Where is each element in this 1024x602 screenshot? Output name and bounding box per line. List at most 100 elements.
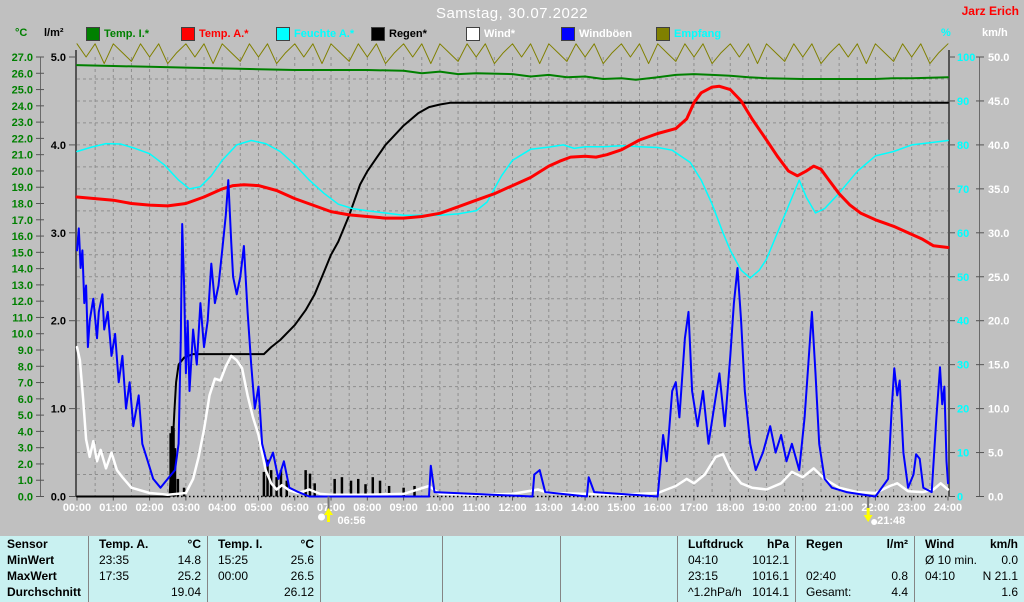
- legend-item-3: Regen*: [371, 27, 466, 41]
- sun-marker-time: 06:56: [338, 515, 366, 527]
- temp-tick-label: 14.0: [12, 264, 33, 276]
- table-row: [443, 584, 560, 600]
- table-cell-time: [321, 568, 386, 584]
- wind-tick-label: 0.0: [988, 492, 1003, 504]
- humidity-tick-label: 100: [957, 52, 975, 64]
- x-tick-label: 12:00: [498, 502, 526, 514]
- humidity-tick-label: 10: [957, 448, 969, 460]
- humidity-tick-label: 40: [957, 316, 969, 328]
- rain-bars: [169, 426, 416, 497]
- table-cell-time: 00:00: [218, 569, 249, 583]
- table-row: 15:25 25.6: [208, 552, 320, 568]
- wind-tick-label: 40.0: [988, 140, 1009, 152]
- table-cell-value: 1014.1: [752, 585, 789, 599]
- table-cell-time: [208, 584, 268, 600]
- table-row: 23:35 14.8: [89, 552, 207, 568]
- table-cell-time: Gesamt:: [806, 585, 852, 599]
- table-section-temp-i-: Temp. I. °C 15:25 25.6 00:00 26.5 26.12: [207, 536, 320, 602]
- table-cell-time: 15:25: [218, 553, 249, 567]
- legend-swatch: [466, 27, 480, 41]
- table-cell-value: 1012.1: [752, 553, 789, 567]
- legend-swatch: [276, 27, 290, 41]
- temp-tick-label: 25.0: [12, 85, 33, 97]
- table-cell-time: 02:40: [806, 569, 837, 583]
- table-row: 26.12: [208, 584, 320, 600]
- table-cell-value: [386, 568, 442, 584]
- legend-swatch: [561, 27, 575, 41]
- table-section-name: Temp. A.: [99, 537, 149, 551]
- table-cell-time: [321, 584, 386, 600]
- table-cell-time: [915, 584, 973, 600]
- rain-tick-label: 4.0: [51, 140, 66, 152]
- table-cell-time: Ø 10 min.: [925, 553, 978, 567]
- table-section-header: [561, 536, 677, 552]
- table-cell-value: 14.8: [177, 553, 201, 567]
- legend-label: Wind*: [484, 28, 516, 40]
- temp-tick-label: 1.0: [18, 475, 33, 487]
- table-section-empty-3: [442, 536, 560, 602]
- humidity-tick-label: 80: [957, 140, 969, 152]
- x-tick-label: 19:00: [752, 502, 780, 514]
- axis-unit-wind: km/h: [982, 27, 1008, 39]
- table-cell-time: [89, 584, 152, 600]
- table-section-luftdruck: Luftdruck hPa 04:10 1012.1 23:15 1016.1 ^1.2hP…: [677, 536, 795, 602]
- table-row-label: MinWert: [7, 553, 55, 567]
- legend-swatch: [181, 27, 195, 41]
- table-cell-value: [859, 552, 914, 568]
- table-section-header: Regen l/m²: [796, 536, 914, 552]
- table-cell-value: 26.5: [290, 569, 314, 583]
- table-cell-value: [623, 584, 677, 600]
- table-cell-time: [443, 584, 506, 600]
- table-row-label: Durchschnitt: [7, 585, 82, 599]
- table-row: [561, 568, 677, 584]
- table-section-unit: [623, 536, 677, 552]
- table-section-unit: [506, 536, 560, 552]
- sunrise-icon: [318, 513, 326, 521]
- humidity-tick-label: 20: [957, 404, 969, 416]
- table-cell-time: 17:35: [99, 569, 130, 583]
- temp-tick-label: 2.0: [18, 459, 33, 471]
- legend-swatch: [371, 27, 385, 41]
- x-tick-label: 13:00: [535, 502, 563, 514]
- table-cell-time: [561, 568, 623, 584]
- table-section-unit: l/m²: [886, 537, 908, 551]
- table-cell-time: 23:15: [688, 569, 719, 583]
- temp-tick-label: 13.0: [12, 280, 33, 292]
- temp-tick-label: 3.0: [18, 443, 33, 455]
- temp-tick-label: 21.0: [12, 150, 33, 162]
- table-row: [321, 568, 442, 584]
- table-cell-value: [386, 552, 442, 568]
- table-cell-value: N 21.1: [982, 569, 1018, 583]
- table-section-empty-2: [320, 536, 442, 602]
- table-cell-value: 1016.1: [752, 569, 789, 583]
- table-row: [321, 552, 442, 568]
- x-tick-label: 08:00: [353, 502, 381, 514]
- legend-swatch: [656, 27, 670, 41]
- table-section-name: Luftdruck: [688, 537, 744, 551]
- temp-tick-label: 27.0: [12, 52, 33, 64]
- table-section-unit: [386, 536, 442, 552]
- table-cell-value: [506, 552, 560, 568]
- table-cell-time: [796, 552, 859, 568]
- legend-item-6: Empfang: [656, 27, 751, 41]
- x-tick-label: 05:00: [244, 502, 272, 514]
- table-row: [561, 584, 677, 600]
- table-section-name: Wind: [925, 537, 955, 551]
- table-row: 17:35 25.2: [89, 568, 207, 584]
- table-row: Ø 10 min. 0.0: [915, 552, 1024, 568]
- table-section-unit: °C: [187, 537, 201, 551]
- x-tick-label: 11:00: [462, 502, 490, 514]
- table-section-empty-4: [560, 536, 677, 602]
- table-section-regen: Regen l/m² 02:40 0.8 Gesamt: 4.4: [795, 536, 914, 602]
- legend-item-0: Temp. I.*: [86, 27, 181, 41]
- x-tick-label: 17:00: [680, 502, 708, 514]
- temp-tick-label: 22.0: [12, 133, 33, 145]
- humidity-tick-label: 90: [957, 96, 969, 108]
- table-section-wind: Wind km/h Ø 10 min. 0.0 04:10 N 21.1 1.6: [914, 536, 1024, 602]
- summary-table: Sensor MinWert MaxWert Durchschnitt Temp. A.…: [0, 536, 1024, 602]
- humidity-tick-label: 50: [957, 272, 969, 284]
- table-cell-value: [623, 568, 677, 584]
- axis-unit-humidity: %: [941, 27, 951, 39]
- x-tick-label: 21:00: [825, 502, 853, 514]
- table-cell-value: 0.0: [1001, 553, 1018, 567]
